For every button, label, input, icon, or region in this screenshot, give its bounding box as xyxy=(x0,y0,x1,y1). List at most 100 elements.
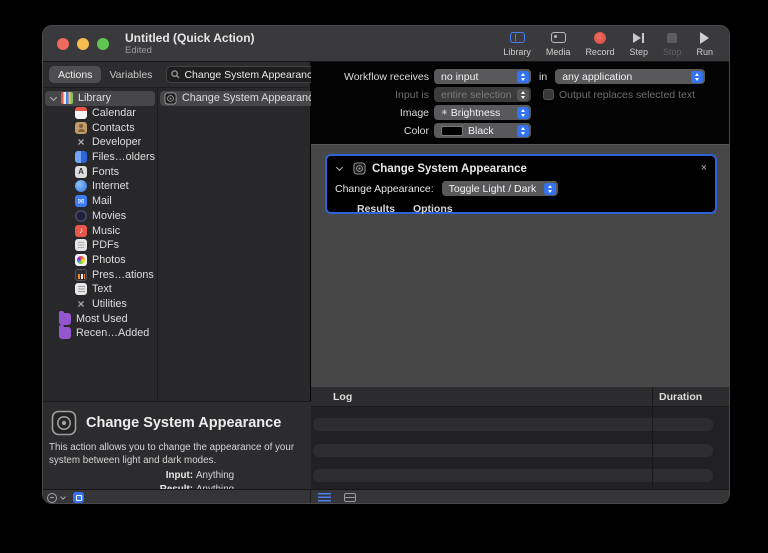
record-button[interactable]: Record xyxy=(585,31,614,57)
window-edited-status: Edited xyxy=(125,44,152,56)
input-is-popup[interactable]: entire selection xyxy=(434,87,531,102)
sidebar-item-photos[interactable]: Photos xyxy=(45,253,155,268)
contacts-icon xyxy=(75,121,87,134)
zoom-window-button[interactable] xyxy=(97,37,109,50)
toolbar: Library Media Record Step Stop Run xyxy=(503,31,713,57)
run-icon xyxy=(700,31,710,44)
mail-icon xyxy=(75,195,87,208)
log-panel: Log Duration xyxy=(311,387,729,489)
column-divider xyxy=(652,407,653,488)
log-row xyxy=(313,444,713,457)
log-table-header: Log Duration xyxy=(311,387,729,407)
library-icon xyxy=(509,32,525,43)
media-browser-toggle-icon[interactable] xyxy=(73,492,84,503)
change-appearance-icon-large xyxy=(51,410,77,436)
color-popup[interactable]: Black xyxy=(434,123,531,138)
stop-button[interactable]: Stop xyxy=(663,31,681,57)
in-label: in xyxy=(539,70,548,83)
workflow-canvas: Change System Appearance × Change Appear… xyxy=(311,144,729,387)
smart-folder-icon xyxy=(59,325,71,340)
appearance-mode-popup[interactable]: Toggle Light / Dark xyxy=(441,181,559,196)
step-icon xyxy=(633,31,645,44)
sidebar-item-mail[interactable]: Mail xyxy=(45,194,155,209)
window-title: Untitled (Quick Action) xyxy=(125,30,255,45)
library-columns: Library Calendar Contacts Developer File… xyxy=(43,88,320,401)
popup-stepper-icon xyxy=(517,106,529,119)
library-button[interactable]: Library xyxy=(503,31,531,57)
library-tabbar: Actions Variables × xyxy=(43,62,340,88)
workflow-receives-popup[interactable]: no input xyxy=(434,69,531,84)
popup-stepper-icon xyxy=(517,70,529,83)
image-popup[interactable]: ✳ Brightness xyxy=(434,105,531,120)
smart-folder-icon xyxy=(59,310,71,325)
log-table-body xyxy=(311,407,729,488)
description-title: Change System Appearance xyxy=(86,415,282,431)
sidebar-item-fonts[interactable]: Fonts xyxy=(45,164,155,179)
sidebar-item-recently-added[interactable]: Recen…Added xyxy=(45,325,155,341)
show-variables-toggle-icon[interactable] xyxy=(344,493,356,502)
log-row xyxy=(313,469,713,482)
output-replaces-checkbox[interactable] xyxy=(543,89,554,100)
color-label: Color xyxy=(403,124,429,137)
chevron-down-icon[interactable] xyxy=(60,493,66,500)
popup-stepper-icon xyxy=(544,182,557,195)
tab-actions[interactable]: Actions xyxy=(49,66,102,83)
sidebar-item-internet[interactable]: Internet xyxy=(45,179,155,194)
step-button[interactable]: Step xyxy=(629,31,648,57)
popup-stepper-icon xyxy=(517,124,529,137)
results-disclosure[interactable]: Results xyxy=(357,203,395,215)
action-result-item[interactable]: Change System Appearance xyxy=(160,91,320,106)
stop-icon xyxy=(667,32,678,43)
developer-tools-icon xyxy=(75,136,87,148)
log-row xyxy=(313,418,713,431)
sidebar-item-files-folders[interactable]: Files…olders xyxy=(45,150,155,165)
sidebar-item-most-used[interactable]: Most Used xyxy=(45,310,155,326)
sidebar-item-presentations[interactable]: Pres…ations xyxy=(45,267,155,282)
action-disclosure-chevron-icon[interactable] xyxy=(335,163,344,172)
in-application-popup[interactable]: any application xyxy=(555,69,706,84)
action-block-change-system-appearance[interactable]: Change System Appearance × Change Appear… xyxy=(325,154,717,215)
search-input[interactable] xyxy=(184,68,320,81)
sidebar-item-contacts[interactable]: Contacts xyxy=(45,120,155,135)
action-block-title: Change System Appearance xyxy=(372,162,527,175)
calendar-icon xyxy=(75,107,87,120)
media-button[interactable]: Media xyxy=(546,31,570,57)
music-note-icon xyxy=(75,224,87,237)
popup-stepper-icon xyxy=(691,70,704,83)
remove-action-icon[interactable] xyxy=(47,492,57,503)
sidebar-item-text[interactable]: Text xyxy=(45,282,155,297)
close-action-icon[interactable]: × xyxy=(701,163,707,174)
utilities-tools-icon xyxy=(75,298,87,310)
photos-icon xyxy=(75,253,87,266)
run-button[interactable]: Run xyxy=(696,31,713,57)
status-bar xyxy=(43,489,729,503)
category-column: Library Calendar Contacts Developer File… xyxy=(43,88,158,401)
titlebar: Untitled (Quick Action) Edited Library M… xyxy=(43,26,729,62)
media-icon xyxy=(550,32,566,43)
sidebar-item-library[interactable]: Library xyxy=(45,91,155,106)
record-icon xyxy=(593,31,606,44)
duration-column-header: Duration xyxy=(659,390,703,403)
sidebar-item-developer[interactable]: Developer xyxy=(45,135,155,150)
workflow-pane: Workflow receives no input in any applic… xyxy=(311,62,729,489)
sidebar-item-utilities[interactable]: Utilities xyxy=(45,297,155,312)
search-icon xyxy=(171,70,180,79)
minimize-window-button[interactable] xyxy=(77,37,89,50)
input-is-label: Input is xyxy=(395,88,429,101)
options-disclosure[interactable]: Options xyxy=(413,203,453,215)
sidebar-item-music[interactable]: Music xyxy=(45,223,155,238)
window-title-group: Untitled (Quick Action) Edited xyxy=(125,30,255,56)
disclosure-chevron-icon[interactable] xyxy=(49,93,58,101)
close-window-button[interactable] xyxy=(57,37,69,50)
tab-variables[interactable]: Variables xyxy=(101,66,160,83)
fonts-icon xyxy=(75,165,87,178)
status-bar-left xyxy=(43,490,311,503)
sidebar-item-movies[interactable]: Movies xyxy=(45,209,155,224)
description-body: This action allows you to change the app… xyxy=(49,442,295,466)
column-divider xyxy=(652,387,653,406)
show-log-toggle-icon[interactable] xyxy=(318,492,331,503)
traffic-lights xyxy=(57,37,109,50)
sidebar-item-pdfs[interactable]: PDFs xyxy=(45,238,155,253)
text-document-icon xyxy=(75,283,87,296)
sidebar-item-calendar[interactable]: Calendar xyxy=(45,106,155,121)
